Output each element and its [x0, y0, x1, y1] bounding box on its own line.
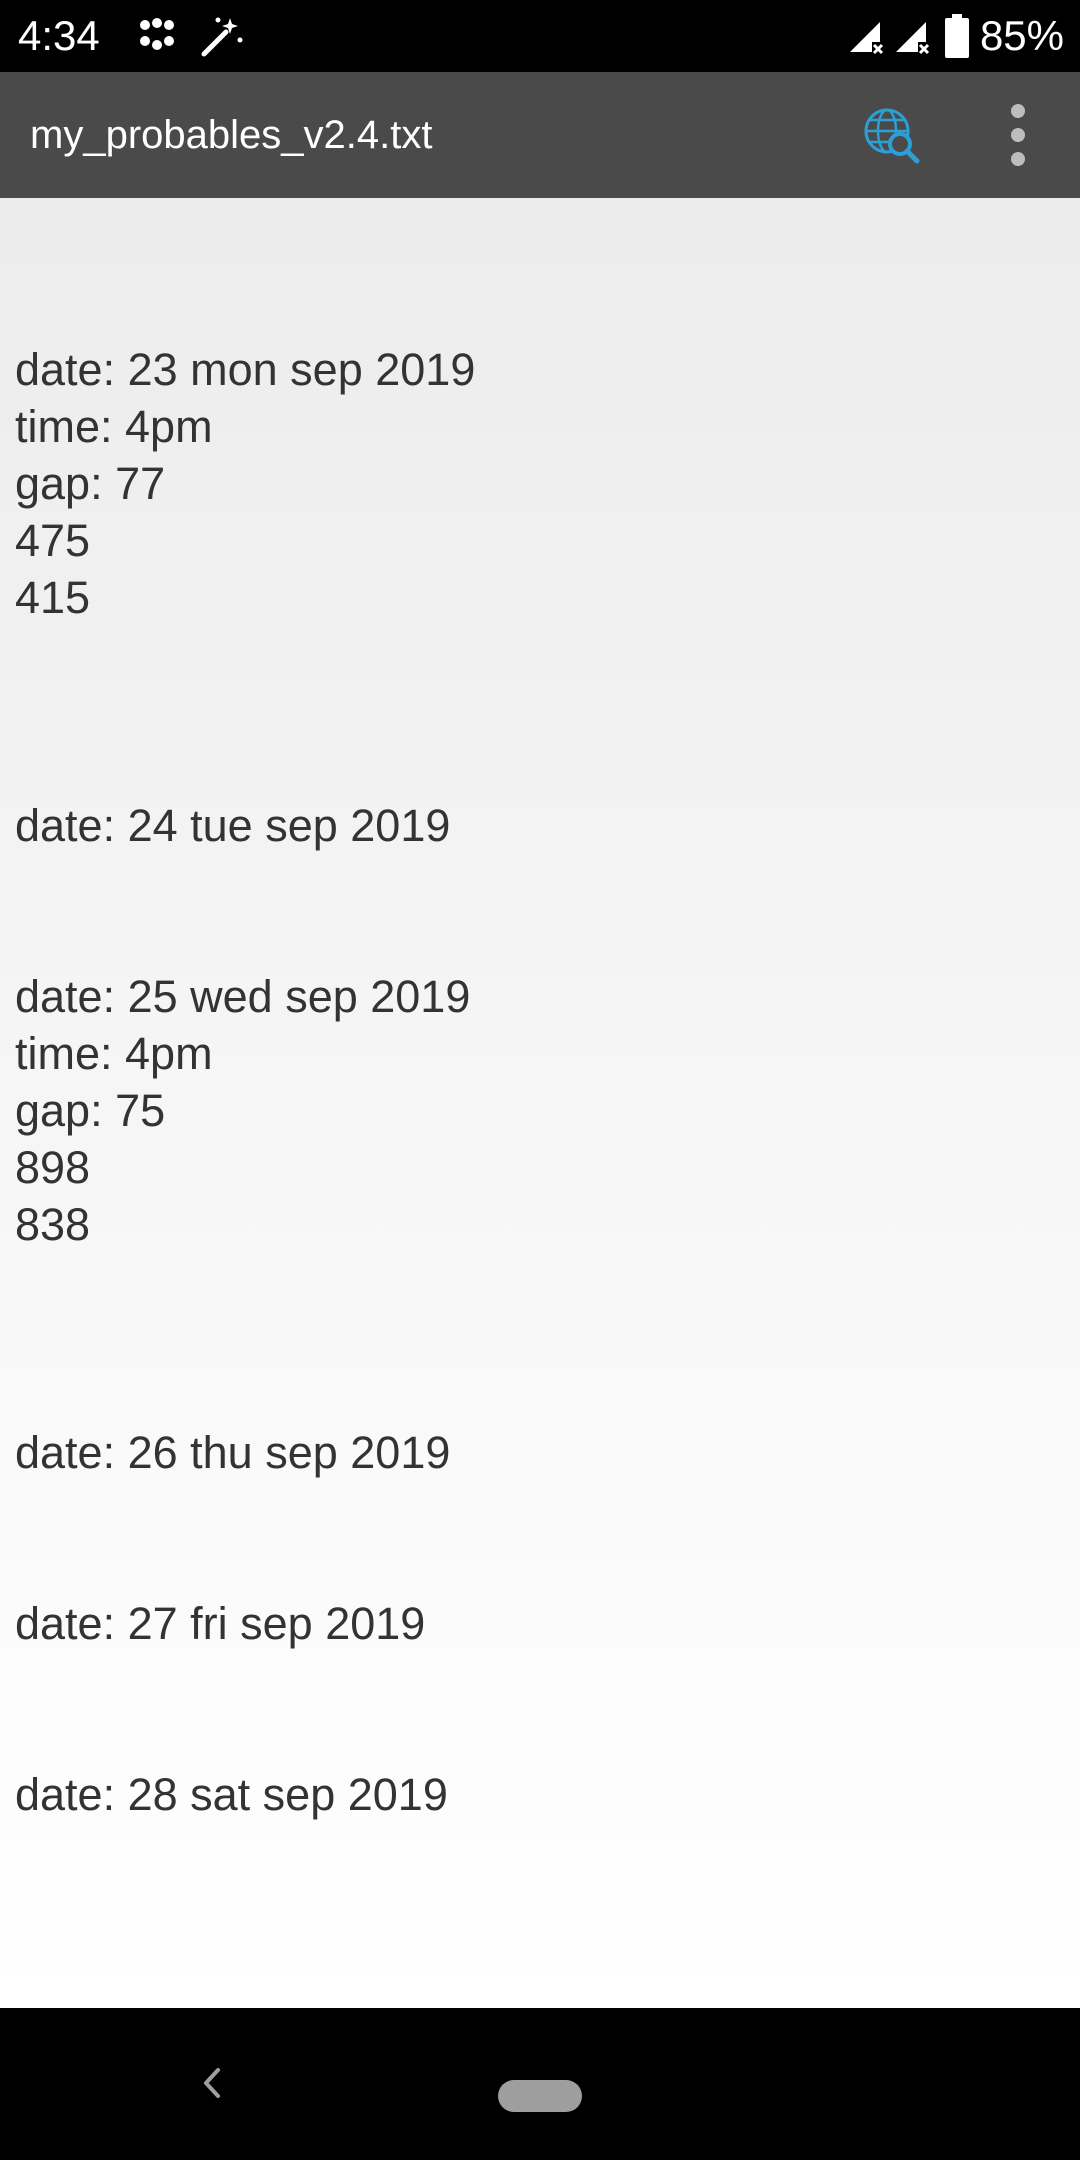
more-vert-icon[interactable] — [998, 102, 1038, 168]
signal-no-data-icon — [895, 22, 929, 55]
status-bar: 4:34 85% — [0, 0, 1080, 72]
dots-icon — [140, 18, 174, 50]
app-toolbar: my_probables_v2.4.txt — [0, 72, 1080, 198]
file-name-title: my_probables_v2.4.txt — [30, 113, 433, 157]
status-indicators: 85% — [846, 8, 1064, 64]
navigation-bar — [0, 2008, 1080, 2160]
battery-icon — [944, 14, 969, 58]
back-chevron-icon[interactable] — [192, 2058, 232, 2108]
home-pill-icon[interactable] — [498, 2080, 582, 2112]
signal-no-data-icon — [849, 22, 883, 55]
text-editor-area[interactable]: date: 23 mon sep 2019 time: 4pm gap: 77 … — [0, 198, 1080, 2008]
document-text[interactable]: date: 23 mon sep 2019 time: 4pm gap: 77 … — [15, 198, 1065, 1823]
battery-percent: 85% — [979, 12, 1064, 59]
globe-search-icon[interactable] — [862, 106, 920, 164]
status-time: 4:34 — [18, 12, 100, 59]
magic-wand-icon — [201, 17, 243, 57]
